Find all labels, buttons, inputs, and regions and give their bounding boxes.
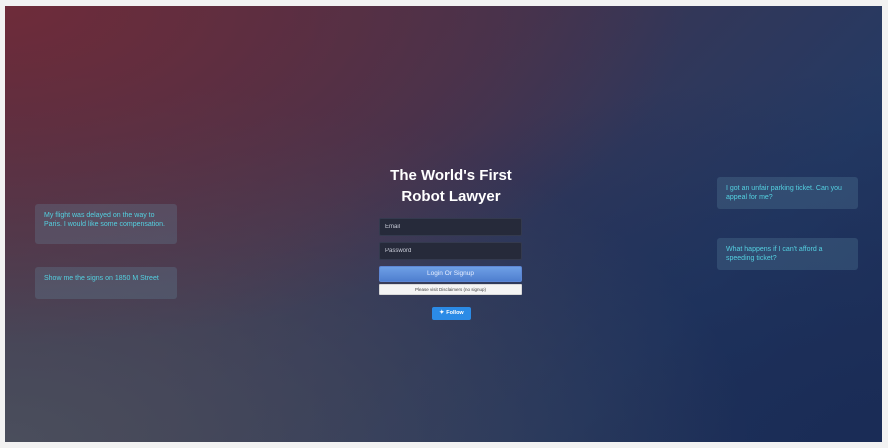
twitter-bird-icon: ✦: [439, 310, 445, 316]
follow-label: Follow: [446, 310, 464, 316]
example-prompt-flight-delay[interactable]: My flight was delayed on the way to Pari…: [35, 204, 177, 244]
disclaimer-label: Please visit Disclaimers (no signup): [414, 287, 487, 292]
password-field[interactable]: [379, 242, 522, 260]
page-title-line-1: The World's First: [390, 167, 512, 184]
email-field[interactable]: [379, 218, 522, 236]
page-title: The World's First Robot Lawyer: [373, 165, 529, 207]
login-signup-label: Login Or Signup: [427, 270, 474, 277]
twitter-follow-button[interactable]: ✦ Follow: [432, 307, 471, 320]
example-prompt-text: Show me the signs on 1850 M Street: [44, 275, 159, 282]
example-prompt-text: What happens if I can't afford a speedin…: [726, 246, 823, 262]
page-title-line-2: Robot Lawyer: [401, 188, 501, 205]
example-prompt-speeding-ticket[interactable]: What happens if I can't afford a speedin…: [717, 238, 858, 270]
example-prompt-street-signs[interactable]: Show me the signs on 1850 M Street: [35, 267, 177, 299]
example-prompt-parking-ticket[interactable]: I got an unfair parking ticket. Can you …: [717, 177, 858, 209]
disclaimer-button[interactable]: Please visit Disclaimers (no signup): [379, 284, 522, 295]
login-signup-button[interactable]: Login Or Signup: [379, 266, 522, 282]
example-prompt-text: I got an unfair parking ticket. Can you …: [726, 185, 842, 201]
example-prompt-text: My flight was delayed on the way to Pari…: [44, 212, 165, 228]
